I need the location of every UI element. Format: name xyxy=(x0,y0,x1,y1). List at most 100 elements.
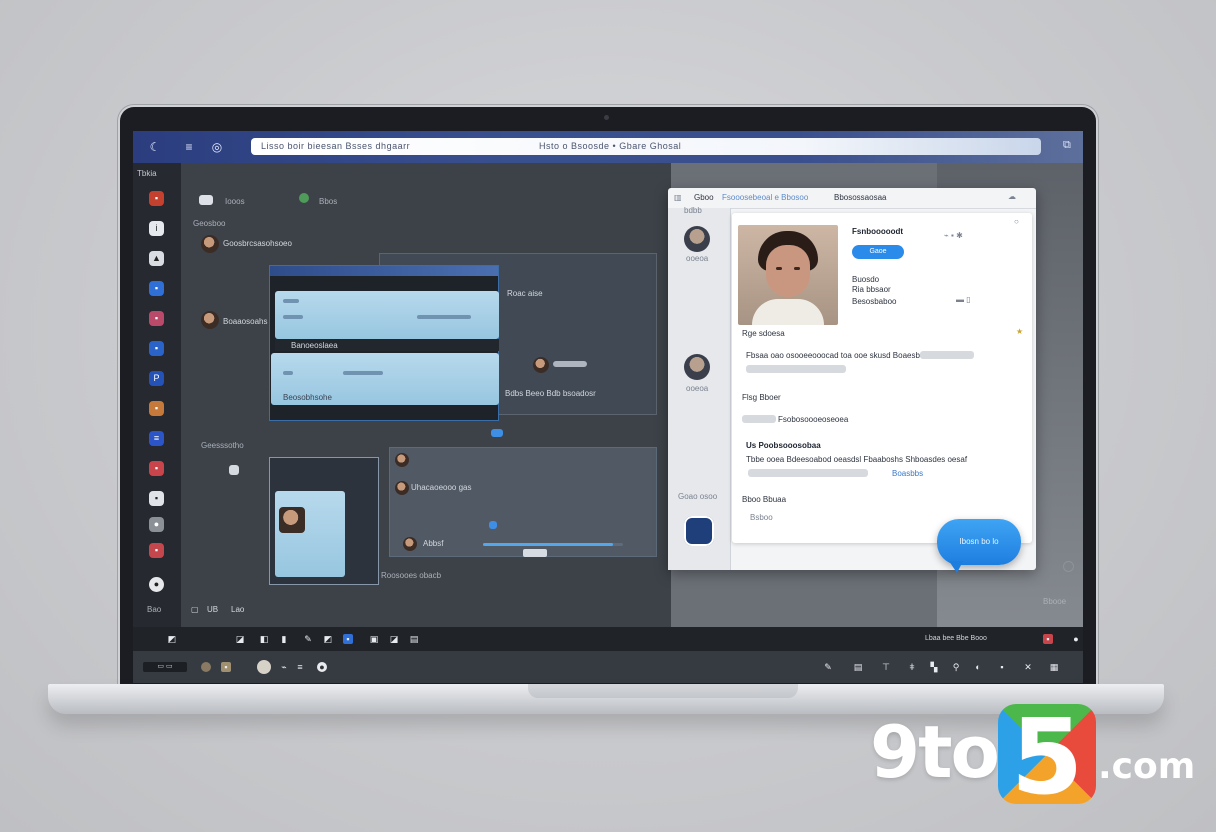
bottom-small-icon[interactable]: ▢ xyxy=(191,605,199,614)
profile-tab[interactable]: Gboo xyxy=(694,193,714,202)
address-left-text: Lisso boir bieesan Bsses dhgaarr xyxy=(261,141,411,151)
item-icon[interactable] xyxy=(229,465,239,475)
profile-window: ▥ Gboo Fsooosebeoal e Bbosoo Bbosossaosa… xyxy=(668,188,1036,570)
app-icon[interactable]: ● xyxy=(1071,634,1081,644)
app-icon[interactable]: ▪ xyxy=(221,662,231,672)
app-icon[interactable]: ⌁ xyxy=(279,662,289,672)
rail-app-icon[interactable]: ▪ xyxy=(149,311,164,326)
contact-name[interactable]: Boaaosoahs xyxy=(223,317,267,326)
app-shortcut-icon[interactable] xyxy=(684,516,714,546)
globe-icon[interactable]: ◎ xyxy=(209,139,225,155)
share-icon[interactable]: ⧉ xyxy=(1063,139,1071,152)
rail-app-icon[interactable]: ▪ xyxy=(149,281,164,296)
moon-icon[interactable]: ☾ xyxy=(147,139,163,155)
profile-row: Us Poobsooosobaa xyxy=(746,441,821,450)
tray-icon[interactable]: ▦ xyxy=(1049,662,1059,672)
contact-avatar[interactable] xyxy=(395,453,409,467)
tray-icon[interactable]: ⊤ xyxy=(881,662,891,672)
contact-avatar[interactable] xyxy=(533,357,549,373)
watermark-logo-tile: 5 xyxy=(998,696,1096,818)
profile-photo[interactable] xyxy=(738,225,838,325)
contact-avatar[interactable] xyxy=(201,311,219,329)
laptop-lid: ☾ ≡ ◎ Lisso boir bieesan Bsses dhgaarr H… xyxy=(120,107,1096,690)
sidebar-avatar[interactable] xyxy=(684,226,710,252)
notification-pill[interactable] xyxy=(491,429,503,437)
profile-action-icons[interactable]: ⌁ ▪ ✱ xyxy=(944,231,963,240)
contact-avatar[interactable] xyxy=(201,235,219,253)
bottom-small-label2: Lao xyxy=(231,605,245,614)
rail-info-icon[interactable]: i xyxy=(149,221,164,236)
app-icon[interactable]: ● xyxy=(317,662,327,672)
section-label: Geesssotho xyxy=(201,441,244,450)
chat-icon[interactable] xyxy=(199,195,213,205)
rail-app-icon[interactable]: ▪ xyxy=(149,401,164,416)
app-icon[interactable]: ▣ xyxy=(369,634,379,644)
video-thumbnail[interactable] xyxy=(279,507,305,533)
app-icon[interactable]: ▮ xyxy=(279,634,289,644)
rail-app-icon[interactable]: ▪ xyxy=(149,461,164,476)
profile-detail-icons[interactable]: ▬ ▯ xyxy=(956,295,971,304)
profile-tab[interactable]: Fsooosebeoal e Bbosoo xyxy=(722,193,808,202)
tray-icon[interactable]: ▚ xyxy=(929,662,939,672)
rail-app-icon[interactable]: ▪ xyxy=(149,191,164,206)
app-icon[interactable]: ◪ xyxy=(235,634,245,644)
star-icon[interactable]: ★ xyxy=(1016,327,1023,336)
tray-icon[interactable]: ⚲ xyxy=(951,662,961,672)
app-icon[interactable]: ▪ xyxy=(1043,634,1053,644)
contact-name[interactable]: Goosbrcsasohsoeo xyxy=(223,239,292,248)
rail-avatar-icon[interactable]: ● xyxy=(149,577,164,592)
app-icon[interactable]: ▤ xyxy=(409,634,419,644)
app-icon[interactable]: ◩ xyxy=(167,634,177,644)
profile-sidebar: bdbb ooeoa ooeoa Goao osoo xyxy=(668,206,731,570)
tray-icon[interactable]: ▪ xyxy=(997,662,1007,672)
video-preview[interactable] xyxy=(275,491,345,577)
user-avatar[interactable] xyxy=(201,662,211,672)
sidebar-avatar[interactable] xyxy=(684,354,710,380)
app-icon[interactable]: ◧ xyxy=(259,634,269,644)
overlay-window-titlebar[interactable] xyxy=(270,266,498,276)
app-rail: Tbkia ▪ i ▲ ▪ ▪ ▪ P ▪ ≡ ▪ ▪ ● ▪ ● Bao xyxy=(133,163,181,627)
window-control-icon[interactable]: ▥ xyxy=(674,193,682,202)
rail-bottom-label: Bao xyxy=(147,605,162,614)
rail-app-icon[interactable]: ▪ xyxy=(149,491,164,506)
card-bar xyxy=(283,315,303,319)
scroll-indicator[interactable] xyxy=(1063,561,1074,572)
tray-icon[interactable]: ǂ xyxy=(907,662,917,672)
status-line xyxy=(553,361,587,367)
contact-avatar[interactable] xyxy=(395,481,409,495)
tray-icon[interactable]: ▤ xyxy=(853,662,863,672)
bottom-small-label: UB xyxy=(207,605,219,614)
panel-label: Bdbs Beeo Bdb bsoadosr xyxy=(505,389,596,398)
rail-home-icon[interactable]: ▲ xyxy=(149,251,164,266)
contact-avatar[interactable] xyxy=(403,537,417,551)
app-icon[interactable]: ◩ xyxy=(323,634,333,644)
chat-bubble[interactable]: Ibosn bo lo xyxy=(937,519,1021,565)
rail-app-icon[interactable]: ● xyxy=(149,517,164,532)
profile-window-header: ▥ Gboo Fsooosebeoal e Bbosoo Bbosossaosa… xyxy=(668,188,1036,209)
menu-icon[interactable]: ≡ xyxy=(181,139,197,155)
rail-app-icon[interactable]: P xyxy=(149,371,164,386)
app-icon[interactable]: ✎ xyxy=(303,634,313,644)
start-button[interactable]: ▭ ▭ xyxy=(143,662,187,672)
address-bar[interactable]: Lisso boir bieesan Bsses dhgaarr Hsto o … xyxy=(251,138,1041,155)
rail-app-icon[interactable]: ≡ xyxy=(149,431,164,446)
tray-icon[interactable]: ✕ xyxy=(1023,662,1033,672)
media-progress-fill xyxy=(483,543,613,546)
cloud-icon[interactable]: ☁ xyxy=(1008,192,1016,201)
follow-button[interactable]: Gaoe xyxy=(852,245,904,259)
app-icon[interactable]: ▪ xyxy=(343,634,353,644)
app-icon[interactable]: ◪ xyxy=(389,634,399,644)
profile-link[interactable]: Boasbbs xyxy=(892,469,923,478)
tray-icon[interactable]: ✎ xyxy=(823,662,833,672)
rail-app-icon[interactable]: ▪ xyxy=(149,543,164,558)
notification-pill[interactable] xyxy=(489,521,497,529)
rail-app-icon[interactable]: ▪ xyxy=(149,341,164,356)
user-avatar[interactable] xyxy=(257,660,271,674)
card-label: Banoeoslaea xyxy=(291,341,338,350)
media-button[interactable] xyxy=(523,549,547,557)
taskbar-top: ◩ ◪ ◧ ▮ ✎ ◩ ▪ ▣ ◪ ▤ Lbaa bee Bbe Booo ▪ … xyxy=(133,627,1083,651)
tray-icon[interactable]: ◐ xyxy=(973,662,983,672)
settings-icon[interactable]: ○ xyxy=(1014,217,1019,226)
profile-tab[interactable]: Bbosossaosaa xyxy=(834,193,886,202)
app-icon[interactable]: ≡ xyxy=(295,662,305,672)
